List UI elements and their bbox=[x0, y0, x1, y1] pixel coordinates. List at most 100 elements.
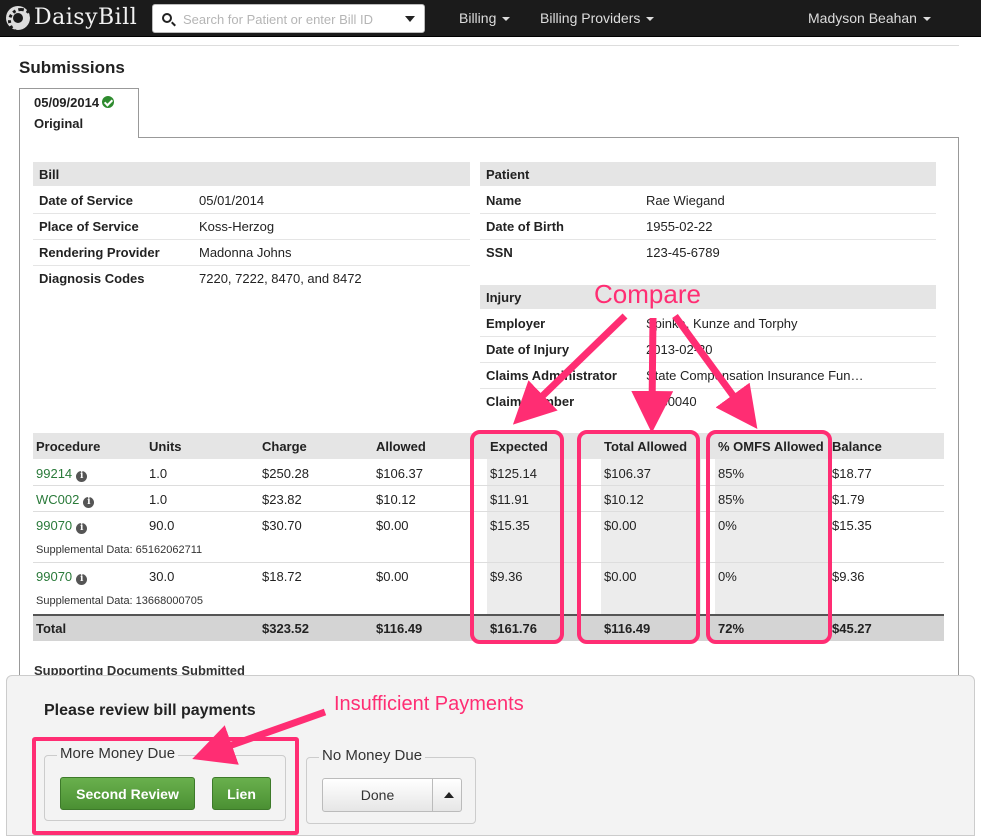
divider bbox=[19, 45, 959, 46]
info-icon[interactable]: i bbox=[76, 523, 88, 534]
procedure-code: 99070 bbox=[36, 518, 73, 533]
procedure-code-link[interactable]: WC002 i bbox=[36, 492, 95, 508]
bill-label: Place of Service bbox=[39, 219, 139, 234]
annotation-compare: Compare bbox=[594, 279, 701, 309]
review-title: Please review bill payments bbox=[44, 702, 256, 719]
total-charge: $323.52 bbox=[262, 621, 309, 636]
info-icon[interactable]: i bbox=[83, 497, 95, 508]
check-circle-icon bbox=[102, 96, 115, 108]
injury-label: Claim Number bbox=[486, 394, 575, 409]
supplemental-data: Supplemental Data: 65162062711 bbox=[36, 544, 203, 556]
done-button[interactable]: Done bbox=[322, 778, 433, 812]
allowed-cell: $106.37 bbox=[376, 466, 423, 481]
units-cell: 30.0 bbox=[149, 569, 175, 584]
units-cell: 1.0 bbox=[149, 492, 168, 507]
nav-billing-label: Billing bbox=[459, 10, 497, 26]
injury-label: Date of Injury bbox=[486, 342, 570, 357]
total-allowed: $116.49 bbox=[376, 621, 423, 636]
supplemental-data: Supplemental Data: 13668000705 bbox=[36, 595, 203, 607]
patient-label: Date of Birth bbox=[486, 219, 564, 234]
injury-label: Employer bbox=[486, 316, 546, 331]
column-header: Procedure bbox=[36, 439, 101, 454]
injury-value: State Compensation Insurance Fun… bbox=[646, 368, 864, 383]
patient-value: 123-45-6789 bbox=[646, 245, 720, 260]
search-box[interactable] bbox=[152, 4, 425, 33]
units-cell: 90.0 bbox=[149, 518, 175, 533]
divider bbox=[480, 336, 936, 337]
divider bbox=[480, 388, 936, 389]
chevron-down-icon bbox=[646, 17, 655, 22]
highlight-expected bbox=[470, 430, 564, 644]
balance-cell: $9.36 bbox=[832, 569, 865, 584]
highlight-omfs bbox=[706, 430, 832, 644]
column-header: Charge bbox=[262, 439, 307, 454]
annotation-insufficient-payments: Insufficient Payments bbox=[334, 693, 524, 715]
top-navbar: DaisyBill Billing Billing Providers Mady… bbox=[0, 0, 981, 37]
procedure-code: WC002 bbox=[36, 492, 80, 507]
patient-value: Rae Wiegand bbox=[646, 193, 725, 208]
bill-value: Koss-Herzog bbox=[199, 219, 275, 234]
bill-label: Rendering Provider bbox=[39, 245, 160, 260]
bill-label: Diagnosis Codes bbox=[39, 271, 145, 286]
patient-label: Name bbox=[486, 193, 522, 208]
charge-cell: $23.82 bbox=[262, 492, 302, 507]
divider bbox=[480, 213, 936, 214]
divider bbox=[33, 265, 470, 266]
chevron-up-icon bbox=[444, 792, 454, 798]
procedure-code: 99070 bbox=[36, 569, 73, 584]
charge-cell: $30.70 bbox=[262, 518, 302, 533]
bill-value: 7220, 7222, 8470, and 8472 bbox=[199, 271, 362, 286]
bill-value: 05/01/2014 bbox=[199, 193, 265, 208]
balance-cell: $18.77 bbox=[832, 466, 872, 481]
tab-date: 05/09/2014 bbox=[34, 95, 100, 110]
column-header: Balance bbox=[832, 439, 882, 454]
daisy-logo-icon bbox=[6, 5, 34, 34]
search-input[interactable] bbox=[183, 9, 398, 29]
info-icon[interactable]: i bbox=[76, 574, 88, 585]
charge-cell: $250.28 bbox=[262, 466, 309, 481]
bill-value: Madonna Johns bbox=[199, 245, 292, 260]
allowed-cell: $10.12 bbox=[376, 492, 416, 507]
injury-value: 0930040 bbox=[646, 394, 697, 409]
balance-cell: $15.35 bbox=[832, 518, 872, 533]
injury-label: Claims Administrator bbox=[486, 368, 617, 383]
nav-user-menu[interactable]: Madyson Beahan bbox=[808, 10, 931, 26]
chevron-down-icon[interactable] bbox=[405, 16, 415, 22]
procedure-code-link[interactable]: 99214 i bbox=[36, 466, 88, 482]
app-logo[interactable]: DaisyBill bbox=[6, 5, 138, 34]
bill-label: Date of Service bbox=[39, 193, 133, 208]
column-header: Allowed bbox=[376, 439, 426, 454]
allowed-cell: $0.00 bbox=[376, 569, 409, 584]
search-icon bbox=[162, 13, 172, 23]
chevron-down-icon bbox=[922, 17, 931, 22]
procedure-code: 99214 bbox=[36, 466, 73, 481]
nav-billing[interactable]: Billing bbox=[459, 10, 511, 26]
patient-value: 1955-02-22 bbox=[646, 219, 713, 234]
highlight-more-money-due bbox=[32, 737, 299, 835]
balance-cell: $1.79 bbox=[832, 492, 865, 507]
app-name: DaisyBill bbox=[34, 5, 138, 30]
info-icon[interactable]: i bbox=[76, 471, 88, 482]
highlight-total-allowed bbox=[577, 430, 700, 644]
divider bbox=[33, 239, 470, 240]
allowed-cell: $0.00 bbox=[376, 518, 409, 533]
page-title: Submissions bbox=[19, 58, 125, 77]
column-header: Units bbox=[149, 439, 182, 454]
no-money-due-legend: No Money Due bbox=[319, 747, 426, 764]
injury-heading: Injury bbox=[480, 285, 936, 309]
bill-heading: Bill bbox=[33, 162, 470, 186]
injury-value: Spinka, Kunze and Torphy bbox=[646, 316, 798, 331]
chevron-down-icon bbox=[502, 17, 511, 22]
charge-cell: $18.72 bbox=[262, 569, 302, 584]
tab-submission-original[interactable]: 05/09/2014 Original bbox=[19, 88, 139, 138]
total-balance: $45.27 bbox=[832, 621, 872, 636]
units-cell: 1.0 bbox=[149, 466, 168, 481]
divider bbox=[480, 362, 936, 363]
patient-label: SSN bbox=[486, 245, 513, 260]
patient-heading: Patient bbox=[480, 162, 936, 186]
done-dropdown-toggle[interactable] bbox=[432, 778, 462, 812]
procedure-code-link[interactable]: 99070 i bbox=[36, 518, 88, 534]
tab-type: Original bbox=[34, 116, 84, 131]
procedure-code-link[interactable]: 99070 i bbox=[36, 569, 88, 585]
nav-billing-providers[interactable]: Billing Providers bbox=[540, 10, 655, 26]
